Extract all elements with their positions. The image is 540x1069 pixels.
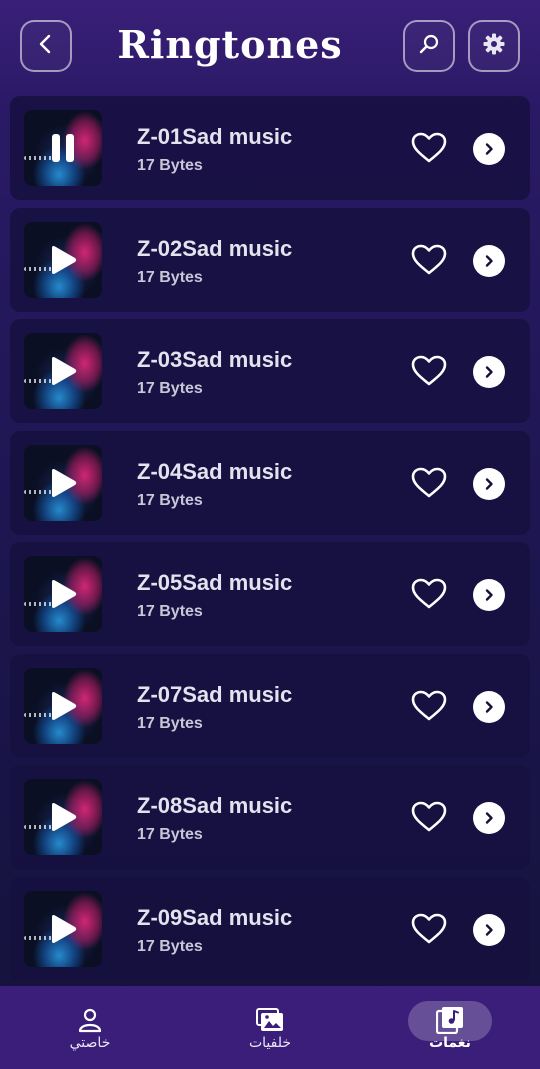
- user-icon: [77, 1007, 103, 1033]
- ringtone-size: 17 Bytes: [137, 714, 203, 732]
- ringtone-row[interactable]: Z-05Sad music 17 Bytes: [10, 542, 530, 646]
- ringtone-name: Z-08Sad music: [137, 793, 293, 818]
- ringtone-row[interactable]: Z-02Sad music 17 Bytes: [10, 207, 530, 312]
- heart-icon[interactable]: [411, 355, 447, 387]
- ringtone-name: Z-01Sad music: [137, 124, 293, 149]
- play-icon[interactable]: [48, 467, 78, 499]
- ringtone-name: Z-02Sad music: [137, 235, 293, 261]
- heart-icon[interactable]: [411, 801, 447, 833]
- ringtone-size: 17 Bytes: [137, 380, 203, 397]
- play-icon[interactable]: [48, 355, 78, 387]
- heart-icon[interactable]: [411, 467, 447, 499]
- chevron-right-icon[interactable]: [473, 133, 505, 165]
- ringtone-size: 17 Bytes: [137, 826, 203, 843]
- pause-icon[interactable]: [48, 132, 78, 164]
- chevron-right-icon[interactable]: [473, 690, 505, 723]
- chevron-right-icon[interactable]: [473, 467, 505, 500]
- nav-item-profile[interactable]: خاصتي: [35, 986, 145, 1069]
- play-icon[interactable]: [48, 801, 78, 833]
- ringtone-thumbnail[interactable]: [24, 556, 102, 632]
- ringtone-row[interactable]: Z-04Sad music 17 Bytes: [10, 430, 530, 535]
- play-icon[interactable]: [48, 578, 78, 610]
- ringtone-size: 17 Bytes: [137, 268, 203, 286]
- ringtone-row[interactable]: Z-03Sad music 17 Bytes: [10, 319, 530, 423]
- nav-item-label: خاصتي: [69, 1034, 111, 1051]
- app-header: Ringtones: [0, 0, 540, 92]
- ringtone-size: 17 Bytes: [137, 603, 203, 620]
- bottom-navigation: خاصتي خلفيات نغمات: [0, 986, 540, 1069]
- play-icon[interactable]: [48, 913, 78, 945]
- chevron-right-icon[interactable]: [473, 579, 505, 611]
- ringtone-name: Z-09Sad music: [137, 904, 293, 930]
- chevron-right-icon[interactable]: [473, 913, 505, 946]
- ringtone-row[interactable]: Z-08Sad music 17 Bytes: [10, 765, 530, 869]
- ringtone-thumbnail[interactable]: [24, 667, 102, 744]
- ringtone-size: 17 Bytes: [137, 937, 203, 955]
- page-title: Ringtones: [117, 22, 343, 67]
- ringtone-size: 17 Bytes: [137, 157, 203, 174]
- ringtone-thumbnail[interactable]: [24, 779, 102, 855]
- heart-icon[interactable]: [411, 913, 447, 945]
- ringtone-row[interactable]: Z-09Sad music 17 Bytes: [10, 876, 530, 981]
- ringtone-size: 17 Bytes: [137, 491, 203, 509]
- play-icon[interactable]: [48, 690, 78, 722]
- heart-icon[interactable]: [411, 690, 447, 722]
- heart-icon[interactable]: [411, 132, 447, 164]
- ringtone-thumbnail[interactable]: [24, 890, 102, 967]
- ringtone-name: Z-05Sad music: [137, 570, 293, 595]
- play-icon[interactable]: [48, 244, 78, 276]
- ringtone-row[interactable]: Z-07Sad music 17 Bytes: [10, 653, 530, 758]
- search-icon: [418, 33, 440, 59]
- chevron-right-icon[interactable]: [473, 356, 505, 388]
- settings-button[interactable]: [468, 20, 520, 72]
- heart-icon[interactable]: [411, 244, 447, 276]
- search-button[interactable]: [403, 20, 455, 72]
- gear-icon: [482, 32, 506, 60]
- ringtone-row[interactable]: Z-01Sad music 17 Bytes: [10, 96, 530, 200]
- chevron-right-icon[interactable]: [473, 802, 505, 834]
- ringtone-thumbnail[interactable]: [24, 444, 102, 521]
- chevron-right-icon[interactable]: [473, 244, 505, 277]
- nav-item-label: خلفيات: [248, 1034, 292, 1051]
- ringtone-thumbnail[interactable]: [24, 333, 102, 409]
- images-icon: [256, 1007, 284, 1033]
- nav-item-label: نغمات: [429, 1034, 471, 1051]
- heart-icon[interactable]: [411, 578, 447, 610]
- ringtone-name: Z-04Sad music: [137, 458, 293, 484]
- ringtone-name: Z-03Sad music: [137, 347, 293, 372]
- ringtone-thumbnail[interactable]: [24, 110, 102, 186]
- ringtone-name: Z-07Sad music: [137, 681, 293, 707]
- nav-item-wallpapers[interactable]: خلفيات: [215, 986, 325, 1069]
- nav-item-ringtones[interactable]: نغمات: [395, 986, 505, 1069]
- music-library-icon: [436, 1006, 464, 1034]
- ringtone-thumbnail[interactable]: [24, 221, 102, 298]
